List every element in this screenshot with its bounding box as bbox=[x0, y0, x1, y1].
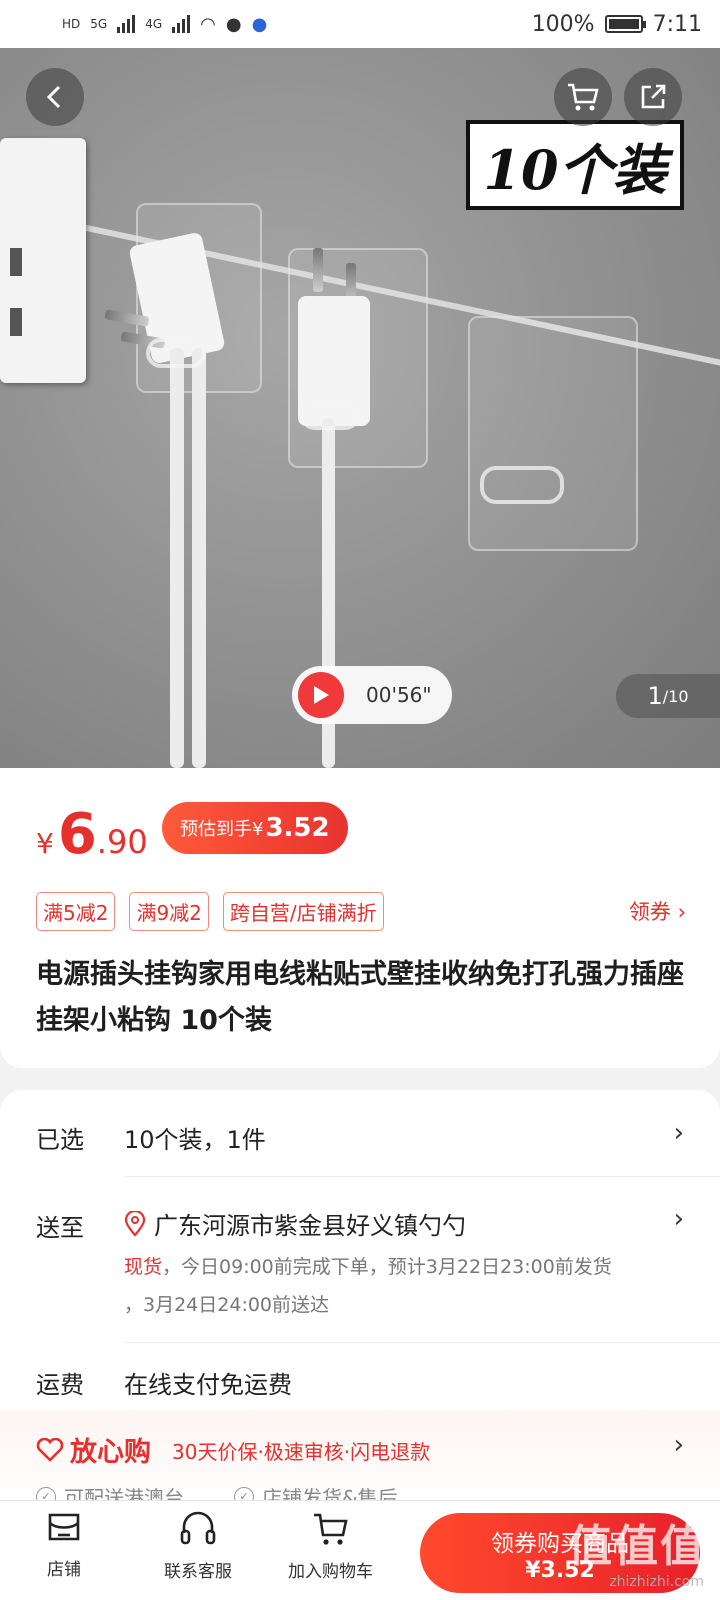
back-button[interactable] bbox=[26, 68, 84, 126]
heart-icon bbox=[36, 1437, 64, 1462]
plug-pin bbox=[313, 248, 323, 292]
wifi-icon: ◠ bbox=[200, 13, 216, 35]
adhesive-pad bbox=[468, 316, 638, 551]
image-counter: 1/10 bbox=[616, 674, 720, 718]
cable bbox=[192, 348, 206, 768]
add-cart-label: 加入购物车 bbox=[288, 1562, 373, 1582]
assurance-text: 30天价保·极速审核·闪电退款 bbox=[172, 1440, 431, 1464]
headset-icon bbox=[180, 1511, 216, 1545]
assurance-brand-text: 放心购 bbox=[70, 1437, 151, 1468]
watermark-url: zhizhizhi.com bbox=[609, 1574, 704, 1590]
pack-label: 10个装 bbox=[466, 120, 684, 210]
delivery-line-1: ，今日09:00前完成下单，预计3月22日23:00前发货 bbox=[162, 1256, 612, 1278]
play-icon bbox=[298, 672, 344, 718]
cart-button[interactable] bbox=[554, 68, 612, 126]
promo-tags: 满5减2 满9减2 跨自营/店铺满折 bbox=[36, 892, 384, 931]
divider bbox=[124, 1176, 720, 1177]
add-to-cart-button[interactable]: 加入购物车 bbox=[288, 1511, 373, 1582]
customer-service-button[interactable]: 联系客服 bbox=[164, 1511, 232, 1582]
sim-label: HD bbox=[62, 17, 81, 31]
ship-address: 广东河源市紫金县好义镇勺勺 bbox=[124, 1206, 466, 1241]
price-decimal: .90 bbox=[96, 823, 148, 861]
product-image[interactable]: 10个装 00'56" 1/10 bbox=[0, 48, 720, 768]
status-right: 100% 7:11 bbox=[532, 12, 702, 37]
signal-icon-2 bbox=[172, 15, 191, 33]
price: ¥ 6 .90 bbox=[36, 802, 148, 867]
baidu-icon: ● bbox=[251, 13, 268, 35]
freight-label: 运费 bbox=[36, 1371, 84, 1399]
store-icon bbox=[48, 1513, 80, 1541]
assurance-brand: 放心购 bbox=[36, 1430, 151, 1469]
cart-icon bbox=[313, 1513, 348, 1545]
estimate-value: 3.52 bbox=[265, 813, 330, 843]
cart-icon bbox=[568, 83, 599, 111]
info-card: 已选 10个装，1件 › 送至 广东河源市紫金县好义镇勺勺 › 现货，今日09:… bbox=[0, 1090, 720, 1510]
cable bbox=[170, 348, 184, 768]
image-index: 1 bbox=[647, 682, 663, 710]
hook bbox=[480, 466, 564, 504]
wechat-icon: ● bbox=[225, 13, 242, 35]
stock-status: 现货 bbox=[124, 1256, 163, 1278]
chevron-right-icon: › bbox=[673, 1204, 684, 1234]
address-text: 广东河源市紫金县好义镇勺勺 bbox=[154, 1212, 466, 1240]
selected-value: 10个装，1件 bbox=[124, 1126, 266, 1154]
store-label: 店铺 bbox=[47, 1560, 81, 1580]
get-coupon-link[interactable]: 领券 › bbox=[629, 896, 686, 926]
watermark-logo: 值值值 bbox=[568, 1521, 706, 1572]
status-bar: HD 5G 4G ◠ ● ● 100% 7:11 bbox=[0, 0, 720, 48]
assurance-bar[interactable]: 放心购 30天价保·极速审核·闪电退款 › ✓ 可配送港澳台 ✓ 店铺发货&售后 bbox=[0, 1410, 720, 1510]
video-duration: 00'56" bbox=[366, 683, 432, 707]
estimate-label: 预估到手¥ bbox=[180, 819, 264, 840]
service-label: 联系客服 bbox=[164, 1562, 232, 1582]
chevron-right-icon: › bbox=[673, 1430, 684, 1460]
promo-tag[interactable]: 跨自营/店铺满折 bbox=[222, 892, 384, 931]
divider bbox=[124, 1342, 720, 1343]
hook bbox=[146, 338, 206, 368]
price-card: ¥ 6 .90 预估到手¥ 3.52 满5减2 满9减2 跨自营/店铺满折 领券 … bbox=[0, 768, 720, 1068]
battery-percent: 100% bbox=[531, 11, 595, 37]
price-integer: 6 bbox=[57, 802, 97, 867]
wall-socket bbox=[0, 138, 86, 383]
back-icon bbox=[46, 85, 61, 109]
location-pin-icon bbox=[124, 1210, 146, 1237]
battery-icon bbox=[604, 15, 646, 33]
share-button[interactable] bbox=[624, 68, 682, 126]
delivery-line-2: ，3月24日24:00前送达 bbox=[124, 1294, 330, 1316]
image-total: /10 bbox=[662, 686, 689, 706]
chevron-right-icon: › bbox=[673, 1118, 684, 1148]
network-4g: 4G bbox=[145, 17, 163, 31]
estimated-price-badge: 预估到手¥ 3.52 bbox=[162, 802, 348, 854]
delivery-info: 现货，今日09:00前完成下单，预计3月22日23:00前发货 ，3月24日24… bbox=[124, 1248, 684, 1324]
promo-tag[interactable]: 满9减2 bbox=[129, 892, 209, 931]
price-currency: ¥ bbox=[36, 827, 54, 860]
network-5g: 5G bbox=[90, 17, 108, 31]
selected-label: 已选 bbox=[36, 1126, 84, 1154]
video-button[interactable]: 00'56" bbox=[292, 666, 452, 724]
status-left: HD 5G 4G ◠ ● ● bbox=[62, 14, 267, 35]
product-title: 电源插头挂钩家用电线粘贴式壁挂收纳免打孔强力插座挂架小粘钩 10个装 bbox=[36, 959, 684, 1036]
clock: 7:11 bbox=[652, 11, 702, 37]
hook bbox=[300, 400, 360, 430]
ship-to-label: 送至 bbox=[36, 1214, 84, 1242]
store-button[interactable]: 店铺 bbox=[46, 1511, 82, 1580]
promo-tag[interactable]: 满5减2 bbox=[36, 892, 116, 931]
signal-icon bbox=[117, 15, 136, 33]
freight-value: 在线支付免运费 bbox=[124, 1371, 292, 1399]
share-icon bbox=[641, 84, 666, 109]
